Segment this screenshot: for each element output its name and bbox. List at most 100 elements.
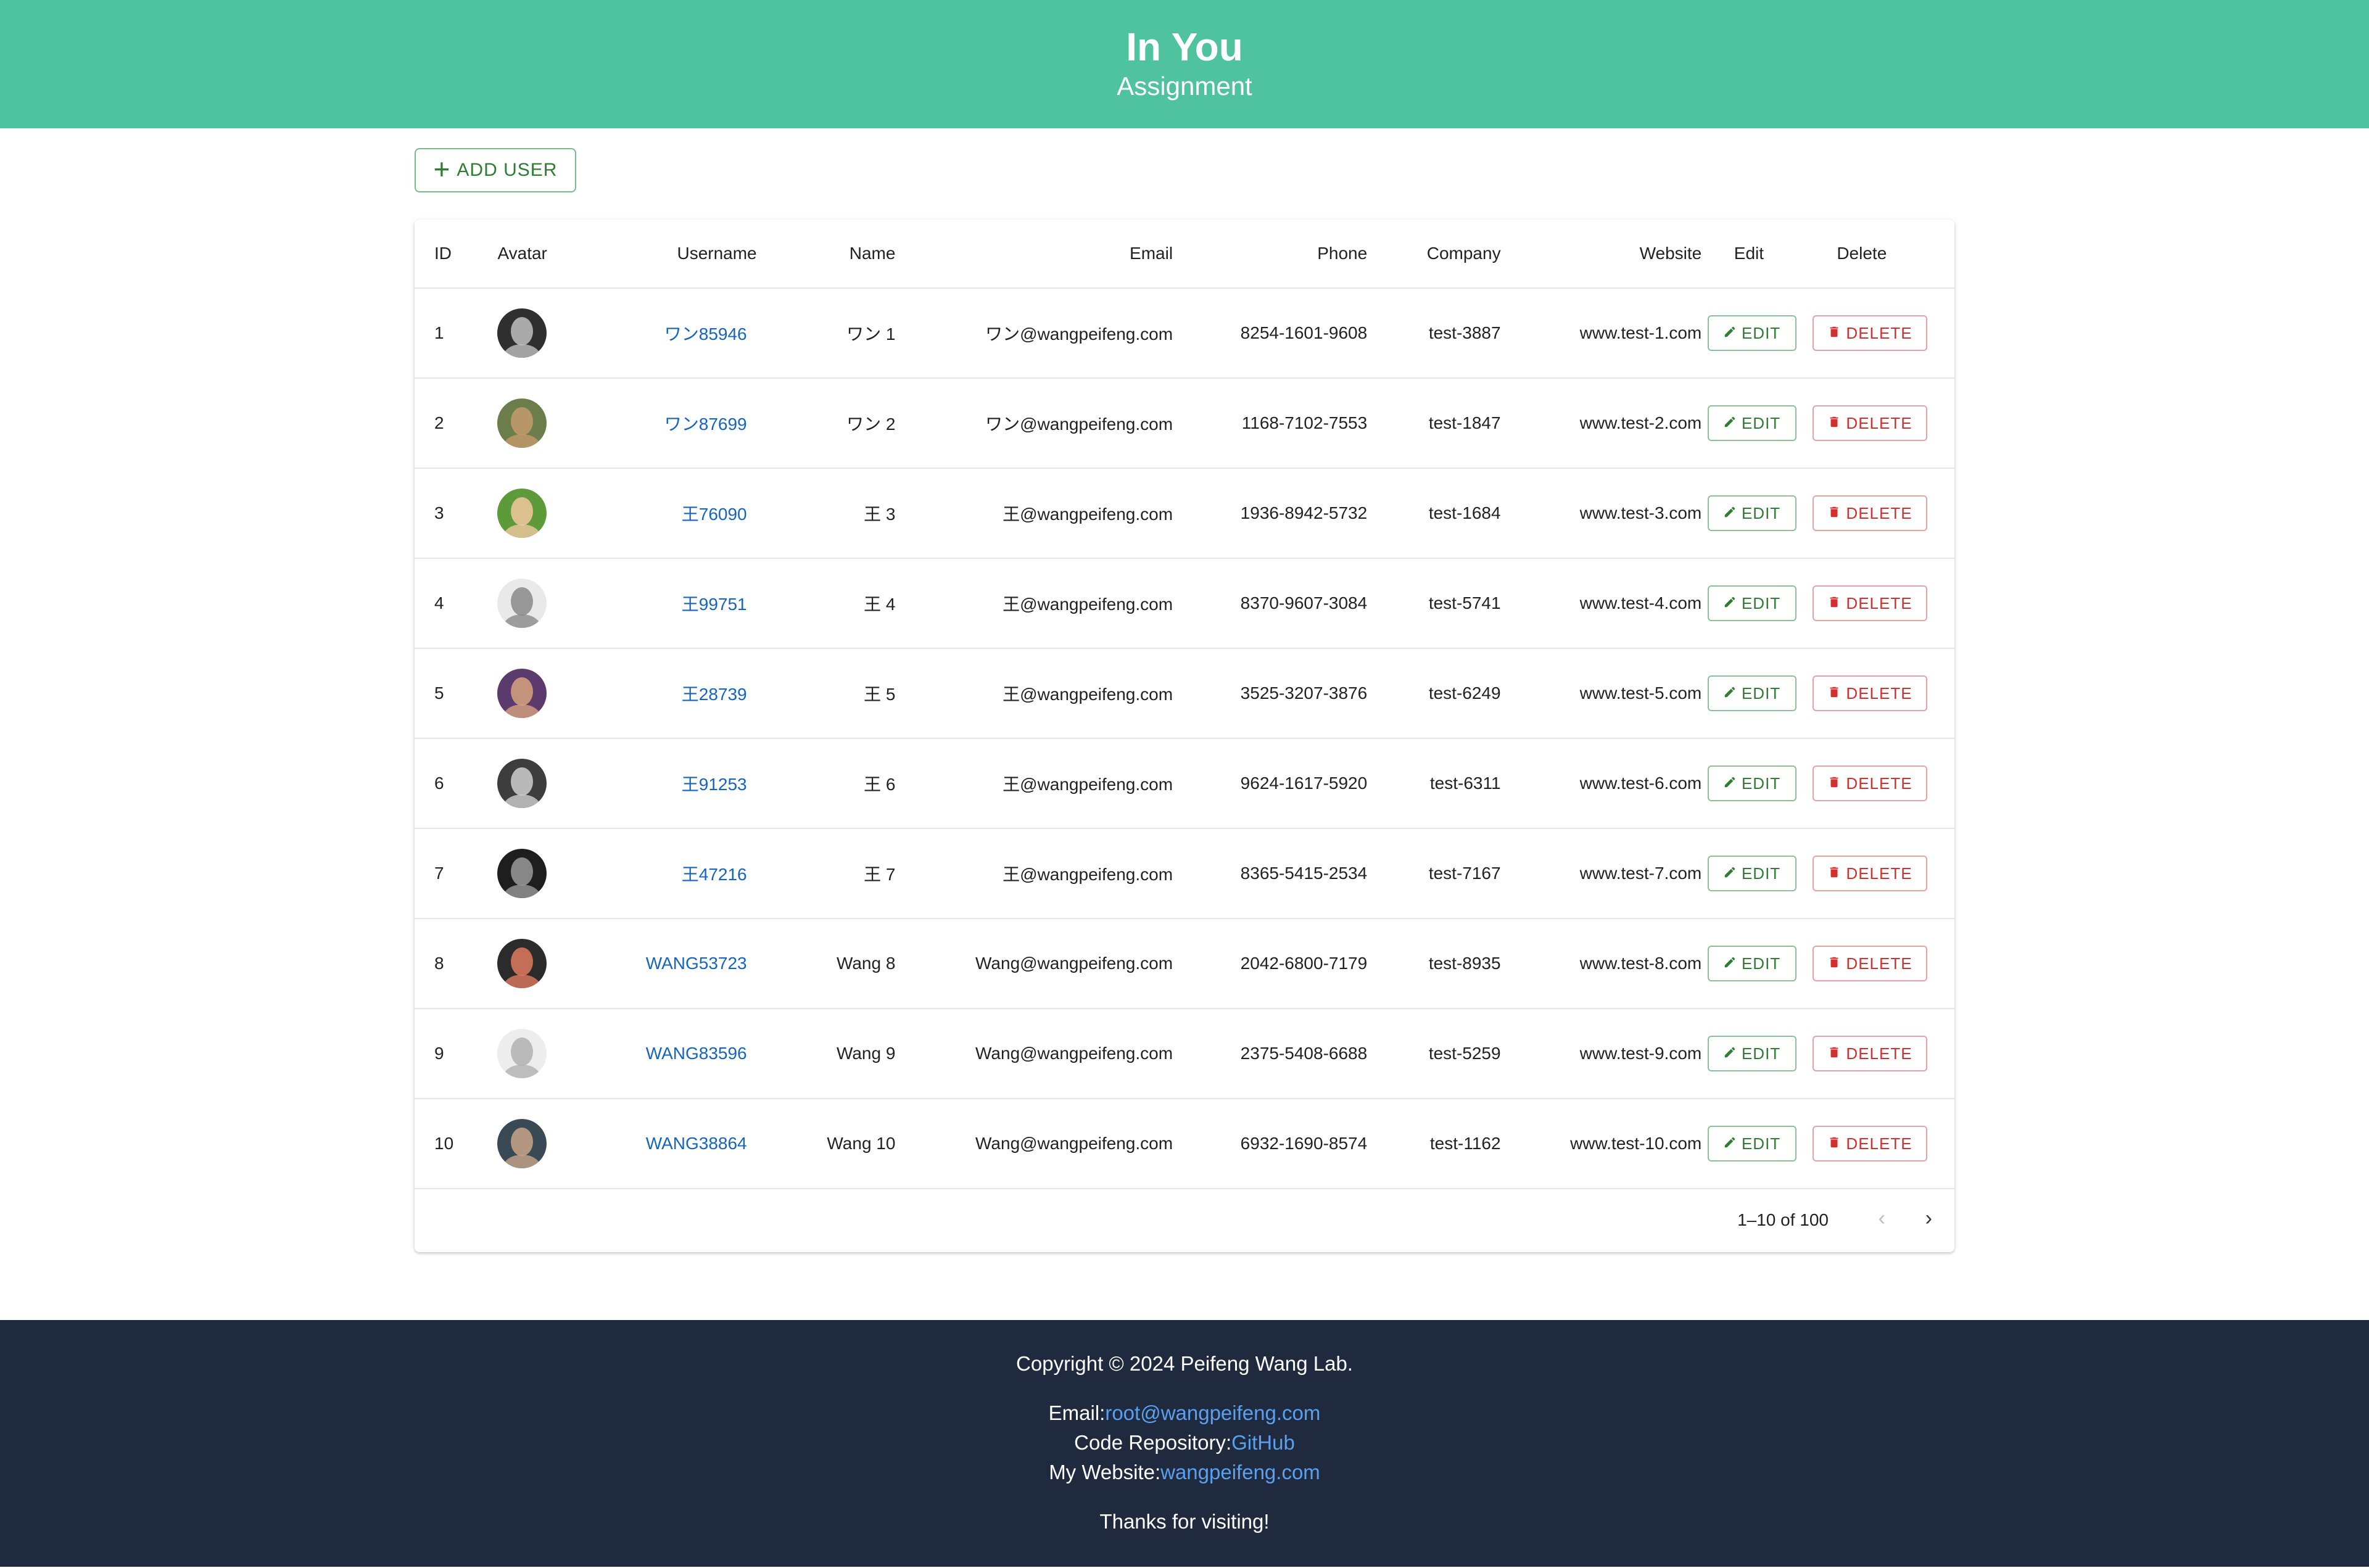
pencil-icon	[1723, 594, 1737, 613]
delete-button[interactable]: DELETE	[1813, 405, 1927, 441]
edit-label: EDIT	[1741, 593, 1781, 613]
footer-email-link[interactable]: root@wangpeifeng.com	[1105, 1401, 1320, 1424]
cell-website: www.test-9.com	[1500, 1009, 1702, 1099]
pencil-icon	[1723, 1134, 1737, 1153]
cell-company: test-6249	[1367, 648, 1501, 739]
page-footer: Copyright © 2024 Peifeng Wang Lab. Email…	[0, 1320, 2369, 1567]
delete-button[interactable]: DELETE	[1813, 1126, 1927, 1162]
table-row: 2 ワン87699 ワン 2 ワン@wangpeifeng.com 1168-7102-…	[415, 378, 1954, 469]
delete-button[interactable]: DELETE	[1813, 765, 1927, 801]
cell-name: ワン 2	[756, 378, 896, 469]
username-link[interactable]: 王99751	[682, 595, 747, 614]
username-link[interactable]: 王28739	[682, 685, 747, 704]
cell-company: test-6311	[1367, 738, 1501, 829]
app-header: In You Assignment	[0, 0, 2369, 128]
cell-id: 4	[415, 558, 498, 649]
edit-label: EDIT	[1741, 774, 1781, 793]
edit-button[interactable]: EDIT	[1707, 765, 1796, 801]
edit-label: EDIT	[1741, 864, 1781, 883]
cell-website: www.test-7.com	[1500, 828, 1702, 919]
cell-email: Wang@wangpeifeng.com	[895, 1009, 1173, 1099]
edit-button[interactable]: EDIT	[1707, 1126, 1796, 1162]
delete-label: DELETE	[1846, 1134, 1912, 1153]
delete-button[interactable]: DELETE	[1813, 675, 1927, 711]
column-header-phone: Phone	[1173, 220, 1368, 289]
cell-website: www.test-2.com	[1500, 378, 1702, 469]
username-link[interactable]: WANG38864	[646, 1134, 747, 1153]
delete-button[interactable]: DELETE	[1813, 585, 1927, 621]
delete-button[interactable]: DELETE	[1813, 856, 1927, 891]
cell-company: test-7167	[1367, 828, 1501, 919]
footer-website-link[interactable]: wangpeifeng.com	[1160, 1461, 1320, 1483]
username-link[interactable]: 王47216	[682, 865, 747, 884]
edit-button[interactable]: EDIT	[1707, 946, 1796, 981]
chevron-right-icon[interactable]: ›	[1925, 1207, 1932, 1231]
delete-label: DELETE	[1846, 503, 1912, 522]
delete-button[interactable]: DELETE	[1813, 315, 1927, 351]
avatar	[497, 939, 547, 988]
users-table: ID Avatar Username Name Email Phone Comp…	[415, 220, 1954, 1189]
delete-label: DELETE	[1846, 954, 1912, 973]
cell-phone: 9624-1617-5920	[1173, 738, 1368, 829]
trash-icon	[1827, 864, 1841, 883]
pagination: 1–10 of 100 ‹ ›	[415, 1188, 1954, 1252]
footer-repo-link[interactable]: GitHub	[1231, 1431, 1295, 1454]
edit-button[interactable]: EDIT	[1707, 495, 1796, 531]
footer-copyright: Copyright © 2024 Peifeng Wang Lab.	[1016, 1352, 1353, 1375]
cell-id: 9	[415, 1009, 498, 1099]
cell-email: ワン@wangpeifeng.com	[895, 288, 1173, 379]
avatar	[497, 1119, 547, 1168]
table-row: 5 王28739 王 5 王@wangpeifeng.com 3525-3207-387…	[415, 648, 1954, 739]
cell-name: 王 4	[756, 558, 896, 649]
add-user-button[interactable]: + ADD USER	[415, 148, 576, 192]
cell-phone: 6932-1690-8574	[1173, 1099, 1368, 1189]
column-header-edit: Edit	[1701, 220, 1796, 289]
cell-website: www.test-6.com	[1500, 738, 1702, 829]
avatar	[497, 579, 547, 628]
edit-label: EDIT	[1741, 323, 1781, 342]
cell-email: Wang@wangpeifeng.com	[895, 1099, 1173, 1189]
edit-button[interactable]: EDIT	[1707, 405, 1796, 441]
footer-email-line: Email:root@wangpeifeng.com	[0, 1401, 2369, 1425]
table-row: 8 WANG53723 Wang 8 Wang@wangpeifeng.com 2042…	[415, 918, 1954, 1009]
cell-phone: 8365-5415-2534	[1173, 828, 1368, 919]
edit-button[interactable]: EDIT	[1707, 315, 1796, 351]
pencil-icon	[1723, 504, 1737, 523]
pagination-range: 1–10 of 100	[1737, 1210, 1829, 1229]
delete-button[interactable]: DELETE	[1813, 946, 1927, 981]
username-link[interactable]: WANG83596	[646, 1044, 747, 1063]
cell-phone: 3525-3207-3876	[1173, 648, 1368, 739]
delete-button[interactable]: DELETE	[1813, 495, 1927, 531]
delete-button[interactable]: DELETE	[1813, 1036, 1927, 1071]
cell-name: 王 7	[756, 828, 896, 919]
chevron-left-icon[interactable]: ‹	[1879, 1207, 1885, 1231]
cell-email: 王@wangpeifeng.com	[895, 468, 1173, 559]
avatar	[497, 398, 547, 448]
add-user-label: ADD USER	[457, 160, 558, 180]
edit-button[interactable]: EDIT	[1707, 675, 1796, 711]
username-link[interactable]: ワン87699	[664, 415, 747, 434]
avatar	[497, 308, 547, 358]
cell-company: test-8935	[1367, 918, 1501, 1009]
trash-icon	[1827, 954, 1841, 973]
footer-website-label: My Website:	[1049, 1461, 1161, 1483]
edit-button[interactable]: EDIT	[1707, 585, 1796, 621]
username-link[interactable]: ワン85946	[664, 324, 747, 344]
edit-button[interactable]: EDIT	[1707, 856, 1796, 891]
cell-email: 王@wangpeifeng.com	[895, 738, 1173, 829]
cell-phone: 1168-7102-7553	[1173, 378, 1368, 469]
table-row: 3 王76090 王 3 王@wangpeifeng.com 1936-8942-573…	[415, 468, 1954, 559]
username-link[interactable]: 王91253	[682, 775, 747, 794]
table-row: 6 王91253 王 6 王@wangpeifeng.com 9624-1617-592…	[415, 738, 1954, 829]
delete-label: DELETE	[1846, 683, 1912, 703]
username-link[interactable]: 王76090	[682, 505, 747, 524]
cell-id: 2	[415, 378, 498, 469]
edit-button[interactable]: EDIT	[1707, 1036, 1796, 1071]
cell-company: test-1684	[1367, 468, 1501, 559]
username-link[interactable]: WANG53723	[646, 954, 747, 973]
cell-name: ワン 1	[756, 288, 896, 379]
delete-label: DELETE	[1846, 323, 1912, 342]
footer-website-line: My Website:wangpeifeng.com	[0, 1461, 2369, 1484]
edit-label: EDIT	[1741, 683, 1781, 703]
table-row: 10 WANG38864 Wang 10 Wang@wangpeifeng.com 69…	[415, 1099, 1954, 1189]
